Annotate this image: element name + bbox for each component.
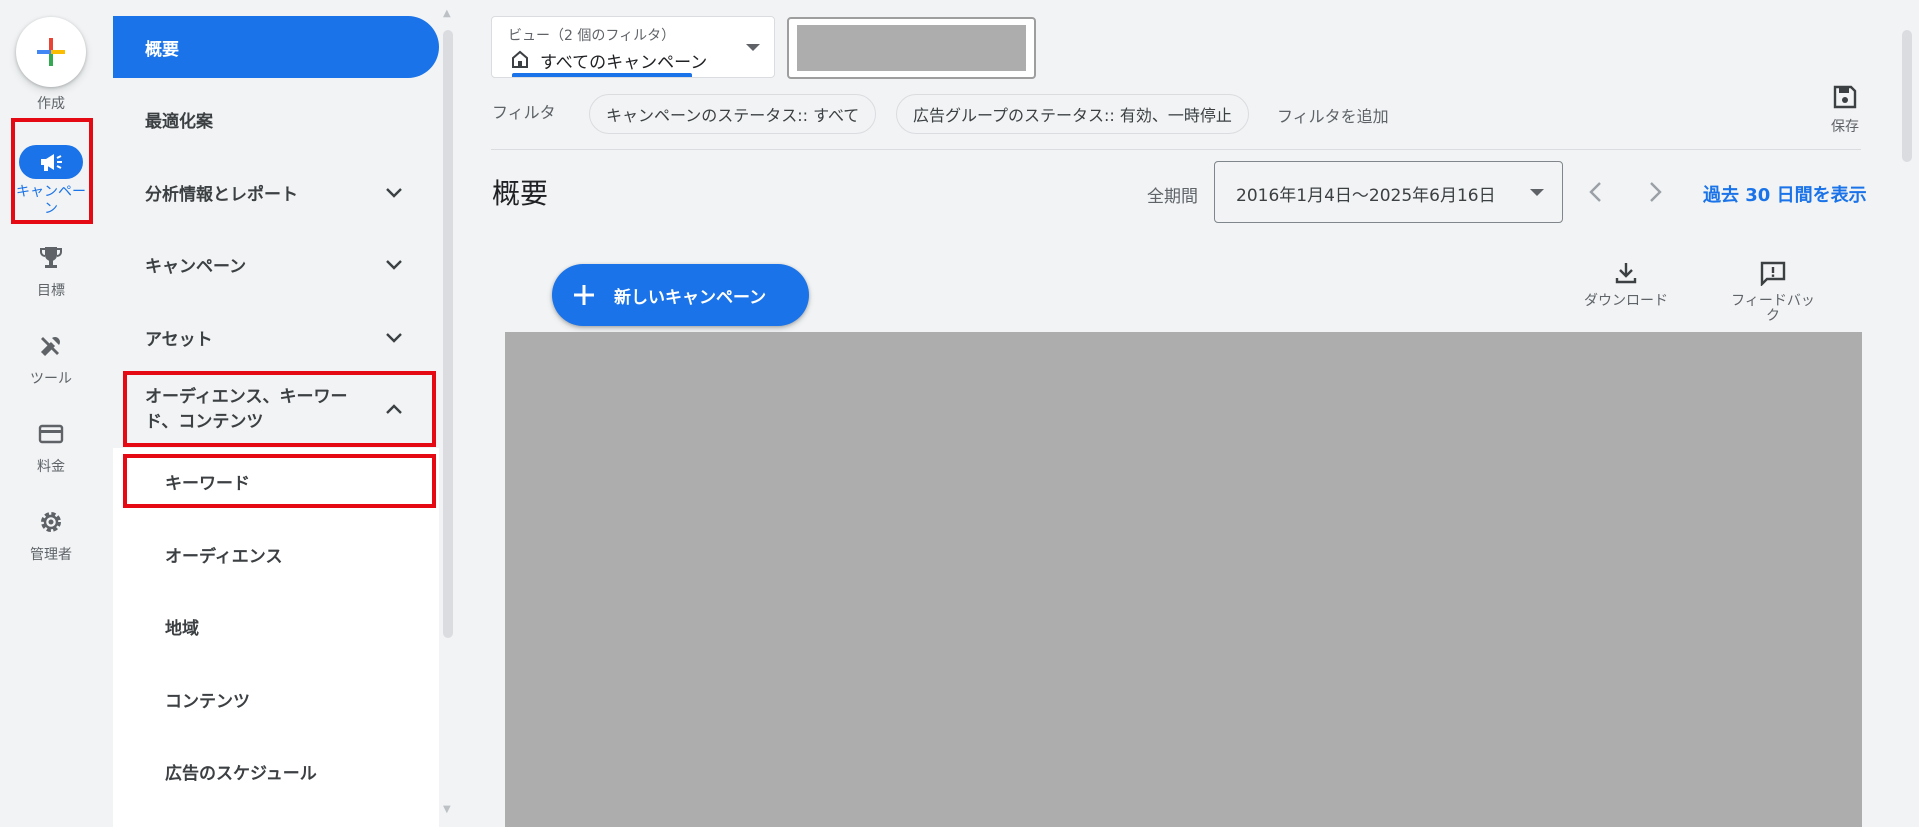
filter-chip-campaign-status[interactable]: キャンペーンのステータス:: すべて: [589, 94, 877, 134]
view-caption: ビュー（2 個のフィルタ）: [508, 28, 676, 44]
nav-item-label: アセット: [145, 329, 213, 350]
new-campaign-button[interactable]: 新しいキャンペーン: [552, 264, 809, 326]
nav-item-label: 概要: [145, 39, 179, 60]
period-label: 全期間: [1147, 187, 1198, 207]
create-button[interactable]: [16, 17, 86, 87]
download-label: ダウンロード: [1584, 293, 1668, 309]
view-selector[interactable]: ビュー（2 個のフィルタ） すべてのキャンペーン: [491, 16, 775, 78]
rail-tools-label: ツール: [30, 371, 72, 387]
gear-icon: [41, 512, 61, 532]
nav-item-label: 最適化案: [145, 111, 213, 132]
filter-chip-adgroup-status[interactable]: 広告グループのステータス:: 有効、一時停止: [896, 94, 1249, 134]
chevron-down-icon: [386, 260, 402, 270]
rail-billing-label: 料金: [37, 459, 65, 475]
page-title: 概要: [492, 177, 549, 210]
show-last-30-days-link[interactable]: 過去 30 日間を表示: [1703, 181, 1867, 207]
nav-scrollbar[interactable]: [443, 30, 453, 638]
rail-billing-button[interactable]: 料金: [0, 416, 102, 496]
download-icon: [1615, 263, 1637, 284]
nav-item-label: キャンペーン: [145, 256, 247, 277]
chip-label: 広告グループのステータス:: 有効、一時停止: [913, 106, 1232, 125]
nav-subitem-label: コンテンツ: [165, 691, 250, 712]
nav-item-recommendations[interactable]: 最適化案: [113, 88, 439, 150]
credit-card-icon: [38, 424, 64, 444]
nav-item-label: 分析情報とレポート: [145, 184, 298, 205]
nav-subitem-content[interactable]: コンテンツ: [113, 668, 439, 730]
nav-item-campaigns[interactable]: キャンペーン: [113, 233, 439, 295]
redacted-area: [797, 25, 1026, 71]
nav-subitem-label: 広告のスケジュール: [165, 763, 317, 784]
chevron-down-icon: [386, 333, 402, 343]
rail-tools-button[interactable]: ツール: [0, 328, 102, 408]
new-campaign-label: 新しいキャンペーン: [614, 287, 767, 308]
nav-item-assets[interactable]: アセット: [113, 306, 439, 368]
left-rail: 作成 キャンペーン 目標 ツール 料金 管理者: [0, 0, 102, 827]
chevron-left-icon[interactable]: [1584, 179, 1608, 205]
view-value: すべてのキャンペーン: [540, 53, 708, 73]
nav-item-insights[interactable]: 分析情報とレポート: [113, 161, 439, 223]
add-filter-button[interactable]: フィルタを追加: [1277, 103, 1389, 127]
caret-down-icon: [746, 44, 760, 51]
rail-goals-label: 目標: [37, 283, 65, 299]
highlight-box-campaigns: [11, 118, 93, 224]
nav-subitem-label: オーディエンス: [165, 546, 283, 567]
create-label: 作成: [37, 96, 65, 112]
redacted-content-area: [505, 332, 1862, 827]
nav-subitem-label: 地域: [165, 618, 199, 639]
tools-icon: [40, 337, 60, 357]
chevron-down-icon: [386, 188, 402, 198]
plus-icon: [574, 285, 594, 305]
save-label: 保存: [1831, 119, 1859, 135]
nav-item-overview[interactable]: 概要: [113, 16, 439, 78]
feedback-button[interactable]: フィードバック: [1718, 260, 1828, 324]
feedback-label: フィードバック: [1731, 293, 1815, 324]
rail-admin-button[interactable]: 管理者: [0, 504, 102, 584]
highlight-box-keywords: [123, 454, 436, 508]
highlight-box-audiences: [123, 371, 436, 447]
home-icon: [512, 50, 528, 68]
nav-scroll-up-icon[interactable]: ▲: [443, 8, 451, 19]
view-underline: [512, 73, 692, 77]
date-range-value: 2016年1月4日～2025年6月16日: [1236, 186, 1496, 206]
filter-label: フィルタ: [492, 103, 556, 122]
nav-subitem-ad-schedule[interactable]: 広告のスケジュール: [113, 740, 439, 802]
save-icon: [1833, 85, 1857, 109]
nav-panel: 概要 最適化案 分析情報とレポート キャンペーン アセット オーディエンス、キー…: [113, 0, 439, 827]
download-button[interactable]: ダウンロード: [1571, 260, 1681, 309]
save-button[interactable]: 保存: [1820, 84, 1870, 136]
feedback-icon: [1760, 261, 1786, 287]
chevron-right-icon[interactable]: [1643, 179, 1667, 205]
date-range-selector[interactable]: 2016年1月4日～2025年6月16日: [1214, 161, 1563, 223]
redacted-selector[interactable]: [787, 17, 1036, 79]
chip-label: キャンペーンのステータス:: すべて: [606, 106, 860, 125]
rail-admin-label: 管理者: [30, 547, 72, 563]
header-divider: [491, 149, 1861, 150]
nav-subitem-audience[interactable]: オーディエンス: [113, 523, 439, 585]
caret-down-icon: [1530, 189, 1544, 196]
trophy-icon: [40, 247, 62, 268]
main-scrollbar[interactable]: [1902, 30, 1912, 162]
nav-subitem-location[interactable]: 地域: [113, 595, 439, 657]
plus-color-icon: [37, 38, 65, 66]
nav-scroll-down-icon[interactable]: ▼: [443, 804, 451, 815]
rail-goals-button[interactable]: 目標: [0, 240, 102, 320]
